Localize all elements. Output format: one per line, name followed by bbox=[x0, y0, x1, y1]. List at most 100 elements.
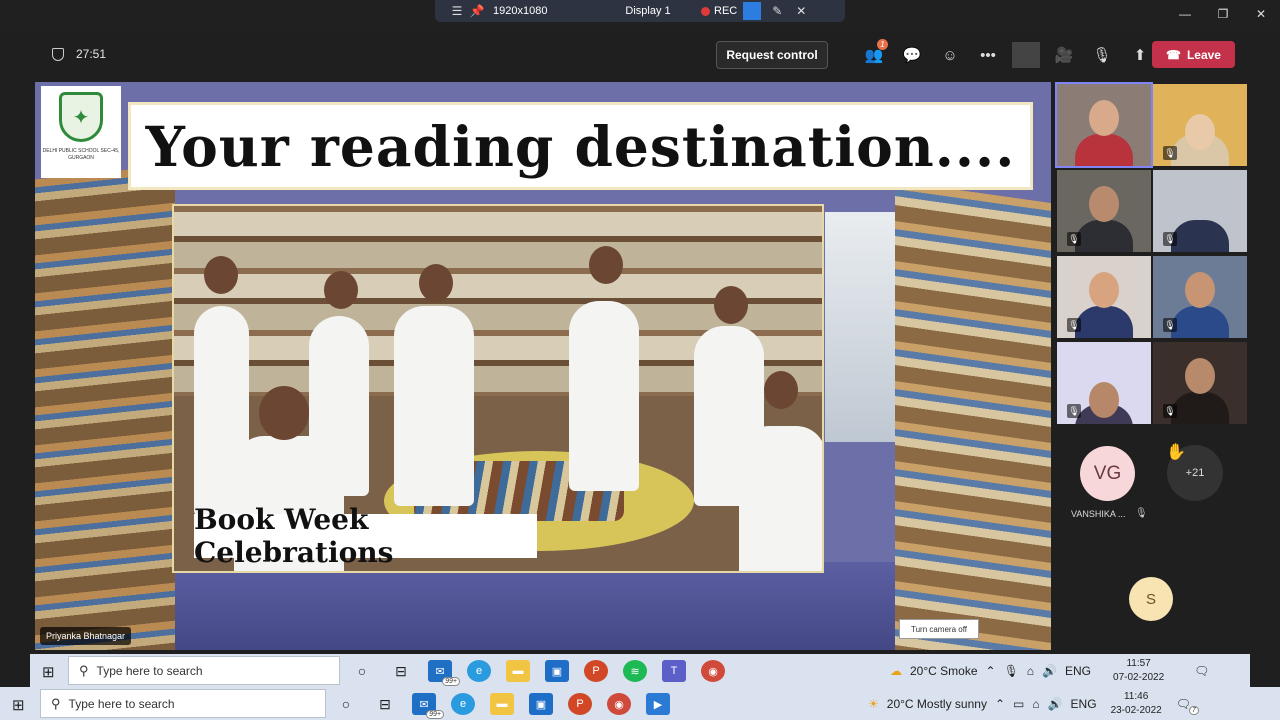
timer-value: 27:51 bbox=[76, 47, 107, 61]
powerpoint-icon[interactable]: P bbox=[568, 693, 592, 715]
shared-screen-stage: ✦ DELHI PUBLIC SCHOOL SEC-45, GURGAON Yo… bbox=[35, 82, 1051, 650]
search-placeholder: Type here to search bbox=[96, 663, 203, 678]
network-icon[interactable]: ⌂ bbox=[1032, 697, 1039, 711]
participant-tile[interactable]: 🎙 bbox=[1153, 256, 1247, 338]
reactions-icon[interactable]: ☺ bbox=[936, 42, 964, 68]
participants-icon[interactable]: 👥 1 bbox=[860, 39, 888, 68]
student-head bbox=[714, 286, 748, 324]
volume-icon[interactable]: 🔊 bbox=[1048, 697, 1063, 711]
file-explorer-icon[interactable]: ▬ bbox=[506, 660, 530, 682]
weather-text[interactable]: 20°C Mostly sunny bbox=[887, 697, 987, 711]
store-icon[interactable]: ▣ bbox=[545, 660, 569, 682]
camera-off-icon[interactable]: 🎥 bbox=[1050, 42, 1078, 68]
stop-share-icon[interactable] bbox=[743, 2, 762, 20]
media-player-icon[interactable]: ▶ bbox=[646, 693, 670, 715]
rec-indicator[interactable]: REC bbox=[701, 5, 737, 17]
pen-icon[interactable]: ✎ bbox=[767, 4, 787, 18]
edge-icon[interactable]: e bbox=[451, 693, 475, 715]
mic-muted-icon: 🎙 bbox=[1163, 318, 1177, 332]
participant-tile[interactable]: 🎙 bbox=[1057, 256, 1151, 338]
participant-name-vg: VANSHIKA ... bbox=[1071, 509, 1126, 519]
toolbar-divider bbox=[1012, 42, 1040, 68]
notifications-icon[interactable]: 🗨 7 bbox=[1176, 697, 1199, 715]
edge-icon[interactable]: e bbox=[467, 660, 491, 682]
participant-tile[interactable]: 🎙 bbox=[1153, 342, 1247, 424]
search-icon: ⚲ bbox=[51, 695, 61, 711]
pin-icon[interactable]: 📌 bbox=[467, 4, 487, 18]
battery-icon[interactable]: ▭ bbox=[1013, 697, 1024, 711]
file-explorer-icon[interactable]: ▬ bbox=[490, 693, 514, 715]
spotify-icon[interactable]: ≋ bbox=[623, 660, 647, 682]
network-icon[interactable]: ⌂ bbox=[1027, 664, 1034, 678]
participant-tile[interactable]: 🎙 bbox=[1153, 170, 1247, 252]
weather-text[interactable]: 20°C Smoke bbox=[910, 664, 978, 678]
notifications-icon[interactable]: 🗨 bbox=[1194, 664, 1209, 678]
school-logo: ✦ DELHI PUBLIC SCHOOL SEC-45, GURGAON bbox=[41, 86, 121, 178]
student-figure bbox=[394, 306, 474, 506]
volume-icon[interactable]: 🔊 bbox=[1042, 664, 1057, 678]
participant-body bbox=[1171, 220, 1229, 252]
windows-start-icon[interactable]: ⊞ bbox=[42, 663, 55, 681]
participant-avatar-s[interactable]: S bbox=[1129, 577, 1173, 621]
student-head bbox=[589, 246, 623, 284]
participant-avatar-vg[interactable]: VG bbox=[1080, 446, 1135, 501]
slide-title-banner: Your reading destination.... bbox=[128, 102, 1033, 190]
language-label[interactable]: ENG bbox=[1071, 697, 1097, 711]
participant-tile[interactable]: 🎙 bbox=[1057, 342, 1151, 424]
slide-title: Your reading destination.... bbox=[145, 113, 1016, 179]
powerpoint-icon[interactable]: P bbox=[584, 660, 608, 682]
participant-tile[interactable]: 🎙 bbox=[1057, 170, 1151, 252]
request-control-button[interactable]: Request control bbox=[716, 41, 828, 69]
menu-icon[interactable]: ☰ bbox=[447, 4, 467, 18]
store-icon[interactable]: ▣ bbox=[529, 693, 553, 715]
taskbar-clock[interactable]: 11:57 07-02-2022 bbox=[1113, 657, 1164, 685]
phone-hangup-icon: ☎ bbox=[1166, 47, 1181, 62]
resolution-label: 1920x1080 bbox=[493, 5, 548, 17]
student-figure bbox=[569, 301, 639, 491]
leave-button[interactable]: ☎ Leave bbox=[1152, 41, 1235, 68]
book-week-photo: Book Week Celebrations bbox=[172, 204, 824, 573]
library-floor bbox=[175, 562, 895, 650]
student-head bbox=[324, 271, 358, 309]
widgets-icon[interactable]: ⊟ bbox=[389, 660, 413, 682]
chrome-icon[interactable]: ◉ bbox=[607, 693, 631, 715]
share-tray-icon[interactable]: ⬆ bbox=[1126, 42, 1154, 68]
windows-start-icon[interactable]: ⊞ bbox=[12, 696, 25, 714]
shared-taskbar: ⊞ ⚲ Type here to search ○ ⊟ ✉ 99+ e ▬ ▣ P… bbox=[30, 654, 1250, 687]
teams-icon[interactable]: T bbox=[662, 660, 686, 682]
participant-tile[interactable]: 🎙 bbox=[1153, 84, 1247, 166]
record-dot-icon bbox=[701, 6, 710, 16]
taskbar-clock[interactable]: 11:46 23-02-2022 bbox=[1111, 690, 1162, 718]
chat-icon[interactable]: 💬 bbox=[898, 42, 926, 68]
taskbar-apps: ○ ⊟ ✉ 99+ e ▬ ▣ P ◉ ▶ bbox=[334, 693, 670, 719]
chrome-icon[interactable]: ◉ bbox=[701, 660, 725, 682]
mic-muted-icon: 🎙 bbox=[1067, 232, 1081, 246]
task-view-icon[interactable]: ○ bbox=[350, 660, 374, 682]
weather-icon: ☀ bbox=[868, 696, 879, 711]
mic-off-icon[interactable]: 🎙 bbox=[1088, 42, 1116, 68]
chevron-up-icon[interactable]: ⌃ bbox=[986, 664, 996, 678]
mic-tray-icon[interactable]: 🎙 bbox=[1004, 664, 1019, 678]
language-label[interactable]: ENG bbox=[1065, 664, 1091, 678]
more-options-icon[interactable]: ••• bbox=[974, 42, 1002, 68]
close-window-icon[interactable]: ✕ bbox=[1242, 0, 1280, 28]
widgets-icon[interactable]: ⊟ bbox=[373, 693, 397, 715]
share-control-pill: ☰ 📌 1920x1080 Display 1 REC ✎ ✕ bbox=[435, 0, 845, 22]
search-placeholder: Type here to search bbox=[68, 696, 175, 711]
taskbar-search-box[interactable]: ⚲ Type here to search bbox=[68, 656, 340, 685]
participant-face bbox=[1185, 114, 1215, 150]
mail-icon[interactable]: ✉ 99+ bbox=[428, 660, 460, 686]
display-label[interactable]: Display 1 bbox=[603, 5, 693, 17]
task-view-icon[interactable]: ○ bbox=[334, 693, 358, 715]
search-icon: ⚲ bbox=[79, 662, 89, 678]
minimize-icon[interactable]: — bbox=[1166, 0, 1204, 28]
mail-icon[interactable]: ✉ 99+ bbox=[412, 693, 444, 719]
taskbar-search-box[interactable]: ⚲ Type here to search bbox=[40, 689, 326, 718]
restore-icon[interactable]: ❐ bbox=[1204, 0, 1242, 28]
school-logo-text: DELHI PUBLIC SCHOOL SEC-45, GURGAON bbox=[42, 148, 120, 161]
chevron-up-icon[interactable]: ⌃ bbox=[995, 697, 1005, 711]
screen-share-bar: ☰ 📌 1920x1080 Display 1 REC ✎ ✕ — ❐ ✕ bbox=[0, 0, 1280, 30]
participant-tile[interactable] bbox=[1055, 82, 1153, 168]
close-icon[interactable]: ✕ bbox=[791, 4, 811, 18]
presenter-name-tag: Priyanka Bhatnagar bbox=[40, 627, 132, 645]
